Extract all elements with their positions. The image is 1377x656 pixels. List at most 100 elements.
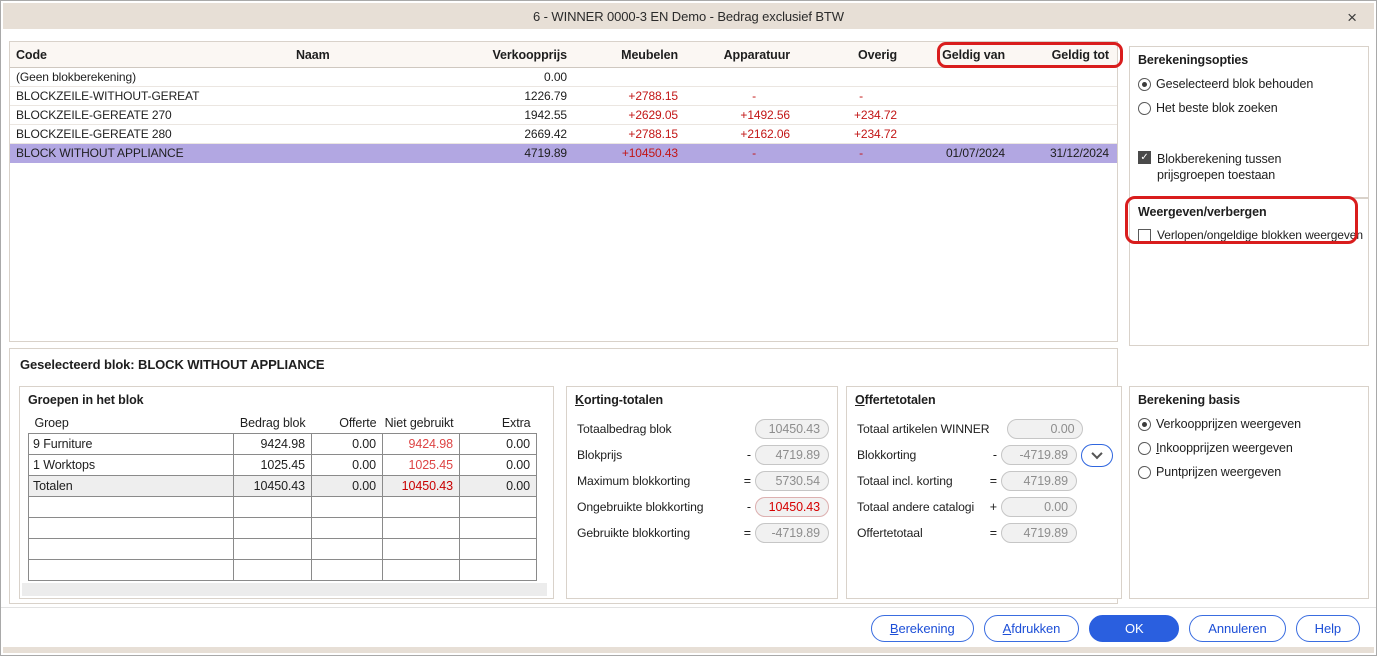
cell-groep: Totalen xyxy=(29,475,234,496)
footer-divider xyxy=(1,607,1376,608)
cell-niet-gebruikt xyxy=(383,559,460,580)
operator: - xyxy=(987,448,997,462)
radio-label: Puntprijzen weergeven xyxy=(1156,465,1281,479)
radio-option[interactable]: Het beste blok zoeken xyxy=(1138,101,1368,115)
total-row: Ongebruikte blokkorting - 10450.43 xyxy=(577,497,829,517)
cell-bedrag xyxy=(234,496,312,517)
close-icon[interactable]: × xyxy=(1342,8,1362,28)
block-table-header: Code Naam Verkoopprijs Meubelen Apparatu… xyxy=(10,42,1117,68)
checkbox-label-line1: Blokberekening tussen xyxy=(1157,152,1281,166)
cell-offerte xyxy=(312,559,383,580)
total-row: Totaal andere catalogi + 0.00 xyxy=(857,497,1113,517)
total-label: Offertetotaal xyxy=(857,526,983,540)
block-table: Code Naam Verkoopprijs Meubelen Apparatu… xyxy=(9,41,1118,342)
total-row: Blokkorting - -4719.89 xyxy=(857,445,1113,465)
radio-option[interactable]: Inkoopprijzen weergeven xyxy=(1138,441,1368,455)
cell-apparatuur: - xyxy=(686,146,798,160)
radio-icon xyxy=(1138,102,1151,115)
help-button[interactable]: Help xyxy=(1296,615,1360,642)
groepen-header-row: Groep Bedrag blok Offerte Niet gebruikt … xyxy=(29,413,537,433)
radio-label: Verkoopprijzen weergeven xyxy=(1156,417,1301,431)
cell-extra: 0.00 xyxy=(460,433,537,454)
ok-button[interactable]: OK xyxy=(1089,615,1179,642)
value-field: 0.00 xyxy=(1001,497,1077,517)
col-code: Code xyxy=(10,48,290,62)
offerte-rows: Totaal artikelen WINNER 0.00 Blokkorting… xyxy=(847,419,1121,543)
cell-offerte: 0.00 xyxy=(312,475,383,496)
cell-niet-gebruikt: 10450.43 xyxy=(383,475,460,496)
table-row[interactable]: BLOCK WITHOUT APPLIANCE 4719.89 +10450.4… xyxy=(10,144,1117,163)
dialog-window: 6 - WINNER 0000-3 EN Demo - Bedrag exclu… xyxy=(0,0,1377,656)
groepen-row: 9 Furniture 9424.98 0.00 9424.98 0.00 xyxy=(29,433,537,454)
cell-geldig-tot: 31/12/2024 xyxy=(1013,146,1117,160)
total-row: Maximum blokkorting = 5730.54 xyxy=(577,471,829,491)
col-bedrag-blok: Bedrag blok xyxy=(234,413,312,433)
dropdown-button[interactable] xyxy=(1081,444,1113,467)
value-field: 4719.89 xyxy=(755,445,829,465)
radio-label: Het beste blok zoeken xyxy=(1156,101,1278,115)
checkbox-label-line2: prijsgroepen toestaan xyxy=(1157,168,1275,182)
groepen-title: Groepen in het blok xyxy=(20,387,553,407)
berekening-button[interactable]: Berekening xyxy=(871,615,974,642)
col-naam: Naam xyxy=(290,48,480,62)
table-row[interactable]: (Geen blokberekening) 0.00 xyxy=(10,68,1117,87)
radio-option[interactable]: Verkoopprijzen weergeven xyxy=(1138,417,1368,431)
col-geldig-tot: Geldig tot xyxy=(1013,48,1117,62)
cell-bedrag: 10450.43 xyxy=(234,475,312,496)
operator: = xyxy=(987,526,997,540)
cell-niet-gebruikt: 1025.45 xyxy=(383,454,460,475)
cell-groep xyxy=(29,517,234,538)
col-offerte: Offerte xyxy=(312,413,383,433)
radio-option[interactable]: Geselecteerd blok behouden xyxy=(1138,77,1368,91)
total-row: Blokprijs - 4719.89 xyxy=(577,445,829,465)
groepen-row xyxy=(29,538,537,559)
selected-block-label: Geselecteerd blok: BLOCK WITHOUT APPLIAN… xyxy=(20,357,324,372)
value-field: 10450.43 xyxy=(755,497,829,517)
groepen-hscrollbar[interactable] xyxy=(22,583,547,596)
cell-overig: +234.72 xyxy=(798,108,905,122)
cell-code: BLOCKZEILE-WITHOUT-GEREAT xyxy=(10,89,290,103)
cell-groep xyxy=(29,559,234,580)
col-groep: Groep xyxy=(29,413,234,433)
afdrukken-button[interactable]: Afdrukken xyxy=(984,615,1080,642)
cell-groep xyxy=(29,496,234,517)
cell-niet-gebruikt xyxy=(383,538,460,559)
cell-verkoopprijs: 4719.89 xyxy=(480,146,575,160)
col-niet-gebruikt: Niet gebruikt xyxy=(383,413,460,433)
berekeningsopties-box: Berekeningsopties Geselecteerd blok beho… xyxy=(1129,46,1369,198)
cell-code: BLOCKZEILE-GEREATE 280 xyxy=(10,127,290,141)
checkbox-icon xyxy=(1138,151,1151,164)
groepen-box: Groepen in het blok Groep Bedrag blok Of… xyxy=(19,386,554,599)
bottom-strip xyxy=(3,647,1374,653)
block-table-rows: (Geen blokberekening) 0.00 BLOCKZEILE-WI… xyxy=(10,68,1117,163)
cell-bedrag: 1025.45 xyxy=(234,454,312,475)
title-bar: 6 - WINNER 0000-3 EN Demo - Bedrag exclu… xyxy=(3,3,1374,29)
operator: - xyxy=(741,500,751,514)
groepen-row xyxy=(29,559,537,580)
groepen-rows: 9 Furniture 9424.98 0.00 9424.98 0.00 1 … xyxy=(29,433,537,580)
value-field: 4719.89 xyxy=(1001,523,1077,543)
table-row[interactable]: BLOCKZEILE-GEREATE 280 2669.42 +2788.15 … xyxy=(10,125,1117,144)
korting-rows: Totaalbedrag blok 10450.43 Blokprijs - 4… xyxy=(567,419,837,543)
total-label: Totaalbedrag blok xyxy=(577,422,737,436)
cell-niet-gebruikt: 9424.98 xyxy=(383,433,460,454)
checkbox-blokberekening[interactable]: Blokberekening tussen prijsgroepen toest… xyxy=(1138,151,1281,183)
checkbox-verlopen-blokken[interactable]: Verlopen/ongeldige blokken weergeven xyxy=(1138,228,1368,242)
operator: - xyxy=(741,448,751,462)
cell-bedrag xyxy=(234,559,312,580)
table-row[interactable]: BLOCKZEILE-WITHOUT-GEREAT 1226.79 +2788.… xyxy=(10,87,1117,106)
chevron-down-icon xyxy=(1091,448,1102,459)
annuleren-button[interactable]: Annuleren xyxy=(1189,615,1285,642)
total-label: Gebruikte blokkorting xyxy=(577,526,737,540)
radio-option[interactable]: Puntprijzen weergeven xyxy=(1138,465,1368,479)
korting-totalen-title: Korting-totalen xyxy=(567,387,837,407)
cell-extra xyxy=(460,517,537,538)
table-row[interactable]: BLOCKZEILE-GEREATE 270 1942.55 +2629.05 … xyxy=(10,106,1117,125)
total-label: Maximum blokkorting xyxy=(577,474,737,488)
col-geldig-van: Geldig van xyxy=(905,48,1013,62)
col-extra: Extra xyxy=(460,413,537,433)
radio-icon xyxy=(1138,78,1151,91)
checkbox-label: Verlopen/ongeldige blokken weergeven xyxy=(1157,228,1363,242)
radio-icon xyxy=(1138,442,1151,455)
cell-meubelen: +2629.05 xyxy=(575,108,686,122)
